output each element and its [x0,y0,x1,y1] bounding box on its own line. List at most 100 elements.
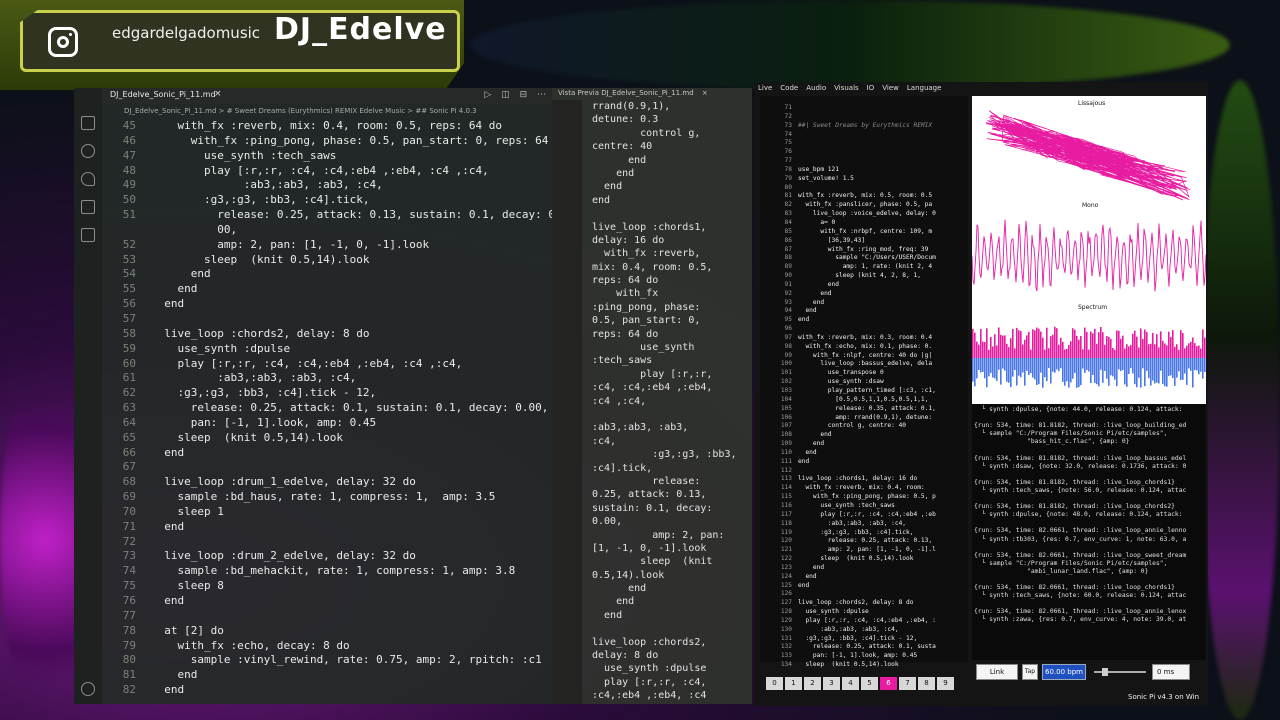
sonic-pi-code-line[interactable]: 91 end [760,281,960,290]
sonic-pi-code-line[interactable]: 71 [760,104,960,113]
split-editor-icon[interactable]: ◫ [501,90,510,100]
menu-item-audio[interactable]: Audio [806,84,826,92]
code-line[interactable]: 63 release: 0.25, attack: 0.1, sustain: … [102,401,552,416]
menu-item-code[interactable]: Code [780,84,798,92]
sonic-pi-code-line[interactable]: 109 end [760,440,960,449]
tap-button[interactable]: Tap [1022,664,1038,680]
sonic-pi-code-line[interactable]: 98 with_fx :echo, mix: 0.1, phase: 0. [760,343,960,352]
run-debug-icon[interactable] [81,200,95,214]
code-line[interactable]: 68 live_loop :drum_1_edelve, delay: 32 d… [102,475,552,490]
sonic-pi-code-line[interactable]: 122 sleep (knit 0.5,14).look [760,555,960,564]
code-line[interactable]: 60 play [:r,:r, :c4, :c4,:eb4 ,:eb4, :c4… [102,357,552,372]
sonic-pi-code-line[interactable]: 89 amp: 1, rate: (knit 2, 4 [760,263,960,272]
sonic-pi-code-line[interactable]: 72 [760,113,960,122]
code-line[interactable]: 70 sleep 1 [102,505,552,520]
code-line[interactable]: 49 :ab3,:ab3, :ab3, :c4, [102,178,552,193]
sonic-pi-code-line[interactable]: 107 control g, centre: 40 [760,422,960,431]
run-icon[interactable]: ▷ [484,90,491,100]
tab-preview[interactable]: Vista Previa DJ_Edelve_Sonic_Pi_11.md × [558,89,708,97]
sonic-pi-code-line[interactable]: 102 use_synth :dsaw [760,378,960,387]
code-line[interactable]: 54 end [102,267,552,282]
code-line[interactable]: 59 use_synth :dpulse [102,342,552,357]
code-line[interactable]: 67 [102,460,552,475]
sonic-pi-code-line[interactable]: 117 play [:r,:r, :c4, :c4,:eb4 ,:eb [760,511,960,520]
code-line[interactable]: 46 with_fx :ping_pong, phase: 0.5, pan_s… [102,134,568,149]
sonic-pi-code-line[interactable]: 106 amp: rrand(0.9,1), detune: [760,414,960,423]
source-control-icon[interactable] [81,172,95,186]
code-line[interactable]: 00, [102,223,552,238]
menu-item-live[interactable]: Live [758,84,772,92]
code-line[interactable]: 79 with_fx :echo, decay: 8 do [102,639,552,654]
latency-slider[interactable] [1094,668,1146,676]
sonic-pi-code-line[interactable]: 123 end [760,564,960,573]
explorer-icon[interactable] [81,116,95,130]
code-line[interactable]: 52 amp: 2, pan: [1, -1, 0, -1].look [102,238,552,253]
menu-item-io[interactable]: IO [867,84,875,92]
code-line[interactable]: 80 sample :vinyl_rewind, rate: 0.75, amp… [102,653,552,668]
code-line[interactable]: 75 sleep 8 [102,579,552,594]
code-line[interactable]: 77 [102,609,552,624]
sonic-pi-code-line[interactable]: 73 ##| Sweet Dreams by Eurythmics REMIX [760,122,960,131]
sonic-pi-code-line[interactable]: 133 pan: [-1, 1].look, amp: 0.45 [760,652,960,661]
buffer-tab-8[interactable]: 8 [918,677,935,690]
sonic-pi-code-line[interactable]: 86 [36,39,43] [760,237,960,246]
sonic-pi-code-line[interactable]: 90 sleep (knit 4, 2, 8, 1, [760,272,960,281]
code-line[interactable]: 51 release: 0.25, attack: 0.13, sustain:… [102,208,562,223]
sonic-pi-code-line[interactable]: 81 with_fx :reverb, mix: 0.5, room: 0.5 [760,192,960,201]
search-icon[interactable] [81,144,95,158]
sonic-pi-code-line[interactable]: 92 end [760,290,960,299]
buffer-tab-0[interactable]: 0 [766,677,783,690]
sonic-pi-code-line[interactable]: 78 use_bpm 121 [760,166,960,175]
sonic-pi-code-line[interactable]: 129 play [:r,:r, :c4, :c4,:eb4 ,:eb4, : [760,617,960,626]
sonic-pi-code-line[interactable]: 124 end [760,573,960,582]
sonic-pi-code-line[interactable]: 79 set_volume! 1.5 [760,175,960,184]
sonic-pi-code-line[interactable]: 120 release: 0.25, attack: 0.13, [760,537,960,546]
code-line[interactable]: 61 :ab3,:ab3, :ab3, :c4, [102,371,552,386]
code-line[interactable]: 45 with_fx :reverb, mix: 0.4, room: 0.5,… [102,119,552,134]
buffer-tab-1[interactable]: 1 [785,677,802,690]
preview-icon[interactable]: ⊟ [520,90,528,100]
sonic-pi-code-line[interactable]: 84 a= 0 [760,219,960,228]
sonic-pi-code-line[interactable]: 97 with_fx :reverb, mix: 0.3, room: 0.4 [760,334,960,343]
sonic-pi-code-line[interactable]: 93 end [760,299,960,308]
sonic-pi-code-line[interactable]: 76 [760,148,960,157]
sonic-pi-code-line[interactable]: 127 live_loop :chords2, delay: 8 do [760,599,960,608]
sonic-pi-code-line[interactable]: 94 end [760,307,960,316]
sonic-pi-code-line[interactable]: 77 [760,157,960,166]
sonic-pi-code-line[interactable]: 74 [760,131,960,140]
code-line[interactable]: 64 pan: [-1, 1].look, amp: 0.45 [102,416,552,431]
sonic-pi-code-line[interactable]: 100 live_loop :bassus_edelve, dela [760,360,960,369]
code-line[interactable]: 69 sample :bd_haus, rate: 1, compress: 1… [102,490,552,505]
code-line[interactable]: 73 live_loop :drum_2_edelve, delay: 32 d… [102,549,552,564]
code-line[interactable]: 65 sleep (knit 0.5,14).look [102,431,552,446]
sonic-pi-code-line[interactable]: 87 with_fx :ring_mod, freq: 39 [760,246,960,255]
buffer-tab-9[interactable]: 9 [937,677,954,690]
code-line[interactable]: 48 play [:r,:r, :c4, :c4,:eb4 ,:eb4, :c4… [102,164,552,179]
sonic-pi-code-line[interactable]: 121 amp: 2, pan: [1, -1, 0, -1].l [760,546,960,555]
buffer-tab-4[interactable]: 4 [842,677,859,690]
menu-item-view[interactable]: View [882,84,899,92]
sonic-pi-code-line[interactable]: 88 sample "C:/Users/USER/Docum [760,254,960,263]
tab-file[interactable]: DJ_Edelve_Sonic_Pi_11.md [110,90,216,99]
code-line[interactable]: 47 use_synth :tech_saws [102,149,552,164]
sonic-pi-code-line[interactable]: 112 [760,467,960,476]
code-line[interactable]: 78 at [2] do [102,624,552,639]
code-line[interactable]: 81 end [102,668,552,683]
sonic-pi-code-line[interactable]: 108 end [760,431,960,440]
sonic-pi-code-line[interactable]: 116 use_synth :tech_saws [760,502,960,511]
close-icon[interactable]: × [214,89,222,99]
sonic-pi-code-line[interactable]: 132 release: 0.25, attack: 0.1, susta [760,643,960,652]
buffer-tab-6[interactable]: 6 [880,677,897,690]
sonic-pi-code-line[interactable]: 82 with_fx :panslicer, phase: 0.5, pa [760,201,960,210]
sonic-pi-code-line[interactable]: 96 [760,325,960,334]
code-line[interactable]: 58 live_loop :chords2, delay: 8 do [102,327,552,342]
code-line[interactable]: 66 end [102,446,552,461]
buffer-tab-3[interactable]: 3 [823,677,840,690]
sonic-pi-code-line[interactable]: 125 end [760,582,960,591]
buffer-tab-5[interactable]: 5 [861,677,878,690]
code-line[interactable]: 55 end [102,282,552,297]
sonic-pi-code-line[interactable]: 126 [760,590,960,599]
sonic-pi-code-line[interactable]: 110 end [760,449,960,458]
sonic-pi-code-line[interactable]: 130 :ab3,:ab3, :ab3, :c4, [760,626,960,635]
buffer-tab-2[interactable]: 2 [804,677,821,690]
